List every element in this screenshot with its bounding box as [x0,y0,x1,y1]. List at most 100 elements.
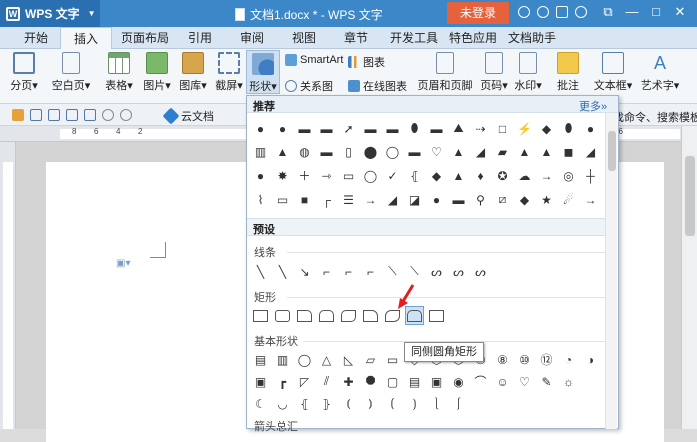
recommended-shape-1-14[interactable]: ◆ [537,119,556,138]
recommended-shape-2-4[interactable]: ▬ [317,142,336,161]
smartart-button[interactable]: SmartArt [285,54,343,66]
basic-shape-row3-4[interactable]: ⦄ [317,394,336,413]
recommended-shape-1-6[interactable]: ▬ [361,119,380,138]
recommended-shape-1-13[interactable]: ⚡ [515,119,534,138]
line-shape-3[interactable]: ↘ [295,262,314,281]
recommended-shape-1-15[interactable]: ⬮ [559,119,578,138]
rounded-rectangle-shape[interactable] [273,306,292,325]
login-button[interactable]: 未登录 [447,2,509,24]
recommended-shape-3-9[interactable]: ◆ [427,166,446,185]
tab-view[interactable]: 视图 [284,27,324,49]
recommended-shape-2-2[interactable]: ▲ [273,142,292,161]
skin-icon[interactable] [518,6,530,18]
basic-shape-row3-5[interactable]: ⦅ [339,394,358,413]
recommended-shape-1-2[interactable]: ● [273,119,292,138]
recommended-shape-3-13[interactable]: ☁ [515,166,534,185]
page-number-button[interactable]: 页码▾ [478,52,510,93]
undo-icon[interactable] [102,109,114,121]
tab-page-layout[interactable]: 页面布局 [116,27,174,49]
table-button[interactable]: 表格▾ [102,52,136,93]
cloud-docs-tab[interactable]: 云文档 [162,107,214,125]
recommended-shape-3-2[interactable]: ✸ [273,166,292,185]
line-shape-7[interactable]: ⟍ [383,262,402,281]
recommended-shape-1-1[interactable]: ● [251,119,270,138]
header-footer-button[interactable]: 页眉和页脚 [416,52,474,93]
basic-shape-row2-1[interactable]: ▣ [251,372,270,391]
online-chart-button[interactable]: 在线图表 [348,78,407,94]
open-icon[interactable] [12,109,24,121]
shapes-button[interactable]: 形状▾ [246,50,280,94]
recommended-shape-4-1[interactable]: ⌇ [251,190,270,209]
wps-menu-button[interactable]: W WPS 文字 ▼ [0,0,100,27]
basic-shape-row1-5[interactable]: ◺ [339,350,358,369]
basic-shape-row1-6[interactable]: ▱ [361,350,380,369]
basic-shape-row3-9[interactable]: ⎱ [427,394,446,413]
basic-shape-row2-7[interactable]: ▢ [383,372,402,391]
recommended-shape-4-11[interactable]: ⚲ [471,190,490,209]
basic-shape-row2-4[interactable]: ⫽ [317,372,336,391]
basic-shape-row2-12[interactable]: ☺ [493,372,512,391]
recommended-shape-4-5[interactable]: ☰ [339,190,358,209]
basic-shape-row2-5[interactable]: ✚ [339,372,358,391]
more-shapes-link[interactable]: 更多» [579,98,607,114]
recommended-shape-2-13[interactable]: ▲ [515,142,534,161]
basic-shape-row2-13[interactable]: ♡ [515,372,534,391]
screenshot-button[interactable]: 截屏▾ [212,52,246,93]
basic-shape-row1-15[interactable]: ◔ [559,350,578,369]
recommended-shape-2-16[interactable]: ◢ [581,142,600,161]
recommended-shape-2-11[interactable]: ◢ [471,142,490,161]
recommended-shape-2-8[interactable]: ▬ [405,142,424,161]
basic-shape-row2-10[interactable]: ◉ [449,372,468,391]
print-preview-icon[interactable] [66,109,78,121]
recommended-shape-3-1[interactable]: ● [251,166,270,185]
recommended-shape-2-3[interactable]: ◍ [295,142,314,161]
close-button[interactable]: ✕ [672,4,688,20]
recommended-shape-2-6[interactable]: ⬤ [361,142,380,161]
recommended-shape-3-6[interactable]: ◯ [361,166,380,185]
recommended-shape-1-11[interactable]: ⇢ [471,119,490,138]
redo-icon[interactable] [120,109,132,121]
line-shape-9[interactable]: ᔕ [427,262,446,281]
basic-shape-row3-6[interactable]: ⦆ [361,394,380,413]
recommended-shape-2-14[interactable]: ▲ [537,142,556,161]
recommended-shape-1-5[interactable]: ➚ [339,119,358,138]
recommended-shape-1-3[interactable]: ▬ [295,119,314,138]
recommended-shape-4-14[interactable]: ★ [537,190,556,209]
recommended-shape-4-2[interactable]: ▭ [273,190,292,209]
recommended-shape-4-15[interactable]: ☄ [559,190,578,209]
snip-diagonal-shape[interactable] [339,306,358,325]
comment-button[interactable]: 批注 [554,52,582,93]
save-icon[interactable] [30,109,42,121]
basic-shape-row3-8[interactable]: ⟯ [405,394,424,413]
recommended-shape-2-15[interactable]: ◼ [559,142,578,161]
print-icon[interactable] [48,109,60,121]
basic-shape-row2-6[interactable]: ⯃ [361,372,380,391]
recommended-shape-1-4[interactable]: ▬ [317,119,336,138]
export-icon[interactable] [84,109,96,121]
line-shape-10[interactable]: ᔕ [449,262,468,281]
watermark-button[interactable]: 水印▾ [512,52,544,93]
recommended-shape-1-8[interactable]: ⬮ [405,119,424,138]
recommended-shape-1-12[interactable]: □ [493,119,512,138]
recommended-shape-1-16[interactable]: ● [581,119,600,138]
basic-shape-row3-3[interactable]: ⦃ [295,394,314,413]
basic-shape-row3-2[interactable]: ◡ [273,394,292,413]
panel-scrollbar[interactable] [605,113,617,429]
share-icon[interactable] [556,6,568,18]
textbox-button[interactable]: 文本框▾ [592,52,634,93]
recommended-shape-4-13[interactable]: ◆ [515,190,534,209]
command-search[interactable]: 找命令、搜索模板 [613,109,697,125]
recommended-shape-4-4[interactable]: ┌ [317,190,336,209]
tab-review[interactable]: 审阅 [232,27,272,49]
basic-shape-row3-1[interactable]: ☾ [251,394,270,413]
basic-shape-row2-15[interactable]: ☼ [559,372,578,391]
chart-button[interactable]: 图表 [348,54,385,70]
basic-shape-row1-12[interactable]: ⑧ [493,350,512,369]
line-shape-1[interactable]: ╲ [251,262,270,281]
recommended-shape-2-9[interactable]: ♡ [427,142,446,161]
settings-icon[interactable] [537,6,549,18]
recommended-shape-4-10[interactable]: ▬ [449,190,468,209]
basic-shape-row3-10[interactable]: ⎰ [449,394,468,413]
basic-shape-row1-13[interactable]: ⑩ [515,350,534,369]
basic-shape-row1-1[interactable]: ▤ [251,350,270,369]
